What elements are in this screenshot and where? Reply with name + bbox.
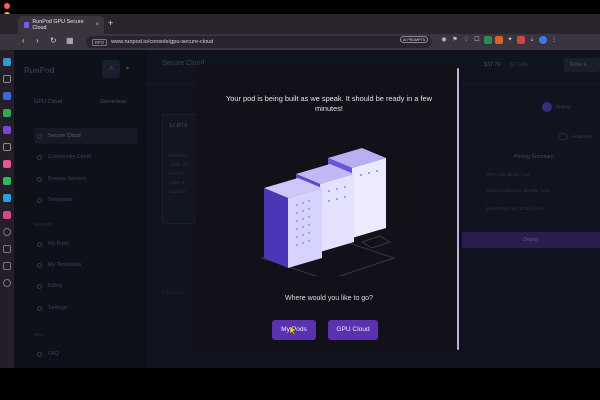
extension-orange-icon[interactable] xyxy=(495,36,503,44)
modal-scrollbar[interactable] xyxy=(457,68,459,350)
back-icon[interactable]: ‹ xyxy=(22,36,25,45)
home-icon[interactable] xyxy=(3,75,11,83)
address-bar: ‹ › ↻ ▦ RPO www.runpod.io/console/gpu-se… xyxy=(0,34,600,50)
modal-message: Your pod is being built as we speak. It … xyxy=(226,94,432,113)
download-icon[interactable]: ⇣ xyxy=(528,36,536,44)
menu-icon[interactable]: ⋮ xyxy=(550,36,558,44)
heart-dock-icon[interactable] xyxy=(3,279,11,287)
send-icon[interactable] xyxy=(3,245,11,253)
app-icon-1[interactable] xyxy=(3,58,11,66)
mouse-cursor-icon xyxy=(290,326,297,335)
profile-icon[interactable] xyxy=(539,36,547,44)
bookmark-icon[interactable]: ☐ xyxy=(473,36,481,44)
extension-icons: ◉ ⚑ ♡ ☐ ✦ ⇣ ⋮ xyxy=(440,36,558,44)
close-window-dot[interactable] xyxy=(4,3,10,9)
app-dock xyxy=(0,50,14,368)
grid-icon[interactable]: ▦ xyxy=(66,36,74,45)
more-icon[interactable] xyxy=(3,296,11,304)
instagram-icon[interactable] xyxy=(3,211,11,219)
gpu-cloud-button[interactable]: GPU Cloud xyxy=(328,320,378,340)
bottom-letterbox xyxy=(0,368,600,400)
destination-question: Where would you like to go? xyxy=(285,295,373,302)
screen: RunPod GPU Secure Cloud × + ‹ › ↻ ▦ RPO … xyxy=(0,0,600,400)
telegram-icon[interactable] xyxy=(3,194,11,202)
camera-icon[interactable]: ◉ xyxy=(440,36,448,44)
puzzle-icon[interactable]: ✦ xyxy=(506,36,514,44)
heart-icon[interactable]: ♡ xyxy=(462,36,470,44)
browser-tab[interactable]: RunPod GPU Secure Cloud × xyxy=(18,16,104,34)
tab-bar: RunPod GPU Secure Cloud × + xyxy=(0,14,600,34)
server-illustration xyxy=(260,148,396,276)
tab-title: RunPod GPU Secure Cloud xyxy=(32,19,84,31)
flag-icon[interactable]: ⚑ xyxy=(451,36,459,44)
history-icon[interactable] xyxy=(3,228,11,236)
close-tab-icon[interactable]: × xyxy=(95,22,99,28)
url-field[interactable]: RPO www.runpod.io/console/gpu-secure-clo… xyxy=(86,36,432,48)
url-text: www.runpod.io/console/gpu-secure-cloud xyxy=(111,39,214,45)
site-badge: RPO xyxy=(92,38,108,46)
messenger-icon[interactable] xyxy=(3,160,11,168)
app-icon-2[interactable] xyxy=(3,92,11,100)
app-icon-4[interactable] xyxy=(3,126,11,134)
whatsapp-icon[interactable] xyxy=(3,177,11,185)
forward-icon[interactable]: › xyxy=(36,36,39,45)
reload-icon[interactable]: ↻ xyxy=(50,36,57,45)
extension-red-icon[interactable] xyxy=(517,36,525,44)
box-icon[interactable] xyxy=(3,262,11,270)
extension-green-icon[interactable] xyxy=(484,36,492,44)
new-tab-button[interactable]: + xyxy=(108,18,113,28)
app-icon-5[interactable] xyxy=(3,143,11,151)
runpod-favicon-icon xyxy=(24,22,30,28)
ai-prompts-badge[interactable]: AI PROMPTS xyxy=(400,36,429,43)
app-icon-3[interactable] xyxy=(3,109,11,117)
